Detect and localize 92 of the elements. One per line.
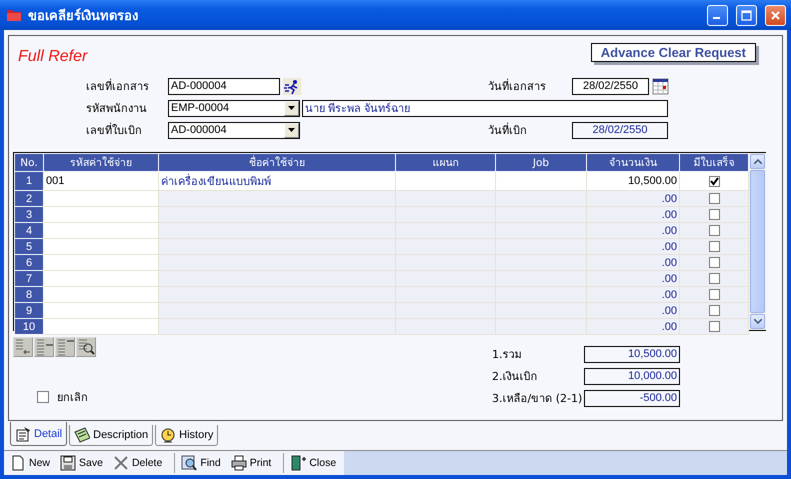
notepad-icon <box>74 427 90 443</box>
table-cell: .00 <box>586 190 680 206</box>
maximize-button[interactable] <box>736 4 757 26</box>
table-cell: .00 <box>586 206 680 222</box>
column-header: แผนก <box>396 154 496 172</box>
checkbox[interactable] <box>37 391 49 403</box>
row-number: 5 <box>14 238 44 254</box>
total-label: 2.เงินเบิก <box>492 369 538 385</box>
column-header: มีใบเสร็จ <box>680 154 748 172</box>
minimize-button[interactable] <box>707 4 728 26</box>
checkbox[interactable] <box>708 257 720 268</box>
total-field: 10,500.00 <box>584 346 680 362</box>
clock-icon <box>160 427 176 443</box>
checkbox[interactable] <box>708 305 720 316</box>
table-cell: .00 <box>586 302 680 318</box>
row-number: 3 <box>14 206 44 222</box>
table-cell: .00 <box>586 270 680 286</box>
input-field[interactable]: AD-000004 <box>168 78 280 94</box>
window-title: ขอเคลียร์เงินทดรอง <box>28 7 139 26</box>
printer-icon <box>230 455 247 471</box>
row-number: 1 <box>14 172 44 190</box>
form-badge: Advance Clear Request <box>590 43 756 62</box>
checkbox[interactable] <box>708 273 720 284</box>
grid-tool-button[interactable] <box>76 337 96 357</box>
close-icon <box>770 10 781 20</box>
maximize-icon <box>741 10 752 20</box>
toolbar-button[interactable]: Find <box>179 452 229 474</box>
document-icon <box>15 426 31 442</box>
table-cell: .00 <box>586 318 680 334</box>
tab[interactable]: Detail <box>10 422 68 446</box>
table-cell: .00 <box>586 254 680 270</box>
total-label: 3.เหลือ/ขาด (2-1) <box>492 391 584 407</box>
remove-row-icon <box>35 338 53 356</box>
total-field: -500.00 <box>584 390 680 406</box>
checkbox[interactable] <box>708 209 720 220</box>
total-label: 1.รวม <box>492 347 522 363</box>
field-label: เลขที่ใบเบิก <box>86 122 143 139</box>
toolbar-button[interactable]: Close <box>288 452 344 474</box>
page-icon <box>10 455 26 471</box>
table-cell: .00 <box>586 222 680 238</box>
calendar-icon[interactable] <box>652 78 669 94</box>
column-header: Job <box>496 154 586 172</box>
checkbox[interactable] <box>708 225 720 236</box>
insert-row-icon <box>14 338 32 356</box>
toolbar-button[interactable]: Save <box>58 452 111 474</box>
magnifier-icon <box>181 455 198 471</box>
checkbox[interactable] <box>708 321 720 332</box>
door-icon <box>290 455 306 471</box>
toolbar-button[interactable]: Delete <box>110 452 170 474</box>
row-number: 6 <box>14 254 44 270</box>
row-number: 9 <box>14 302 44 318</box>
close-button[interactable] <box>765 4 786 26</box>
date-field: 28/02/2550 <box>572 122 668 138</box>
floppy-icon <box>60 455 76 471</box>
grid-tool-button[interactable] <box>13 337 33 357</box>
table-cell: .00 <box>586 286 680 302</box>
checkbox[interactable] <box>708 193 720 204</box>
total-field: 10,000.00 <box>584 368 680 384</box>
scrollbar[interactable] <box>749 153 766 330</box>
row-number: 8 <box>14 286 44 302</box>
field-label: วันที่เบิก <box>488 122 528 139</box>
minimize-icon <box>712 17 720 19</box>
cross-icon <box>112 455 129 471</box>
field-label: เลขที่เอกสาร <box>86 78 150 95</box>
table-cell: .00 <box>586 238 680 254</box>
row-number: 7 <box>14 270 44 286</box>
column-header: จำนวนเงิน <box>586 154 680 172</box>
column-header: รหัสค่าใช้จ่าย <box>44 154 158 172</box>
checkbox[interactable] <box>708 176 720 186</box>
combo-box[interactable]: AD-000004 <box>168 122 300 138</box>
column-header: ชื่อค่าใช้จ่าย <box>158 154 396 172</box>
tab[interactable]: Description <box>69 425 154 446</box>
column-header: No. <box>14 154 44 172</box>
row-number: 10 <box>14 318 44 334</box>
combo-box[interactable]: EMP-00004 <box>168 100 300 116</box>
field-label: วันที่เอกสาร <box>488 78 547 95</box>
name-field: นาย พีระพล จันทร์ฉาย <box>302 100 668 116</box>
toolbar-button[interactable]: New <box>8 452 58 474</box>
folder-icon <box>6 7 22 23</box>
checkbox[interactable] <box>708 241 720 252</box>
magnifier-icon <box>77 338 95 356</box>
tab[interactable]: History <box>155 425 218 446</box>
input-field[interactable]: 28/02/2550 <box>572 78 649 94</box>
form-title: Full Refer <box>18 48 88 66</box>
field-label: รหัสพนักงาน <box>86 101 148 117</box>
row-number: 4 <box>14 222 44 238</box>
toolbar-button[interactable]: Print <box>228 452 280 474</box>
checkbox[interactable] <box>708 289 720 300</box>
row-number: 2 <box>14 190 44 206</box>
remove-row-icon <box>56 338 74 356</box>
running-figure-icon[interactable] <box>283 78 301 94</box>
checkbox-label: ยกเลิก <box>57 390 88 406</box>
